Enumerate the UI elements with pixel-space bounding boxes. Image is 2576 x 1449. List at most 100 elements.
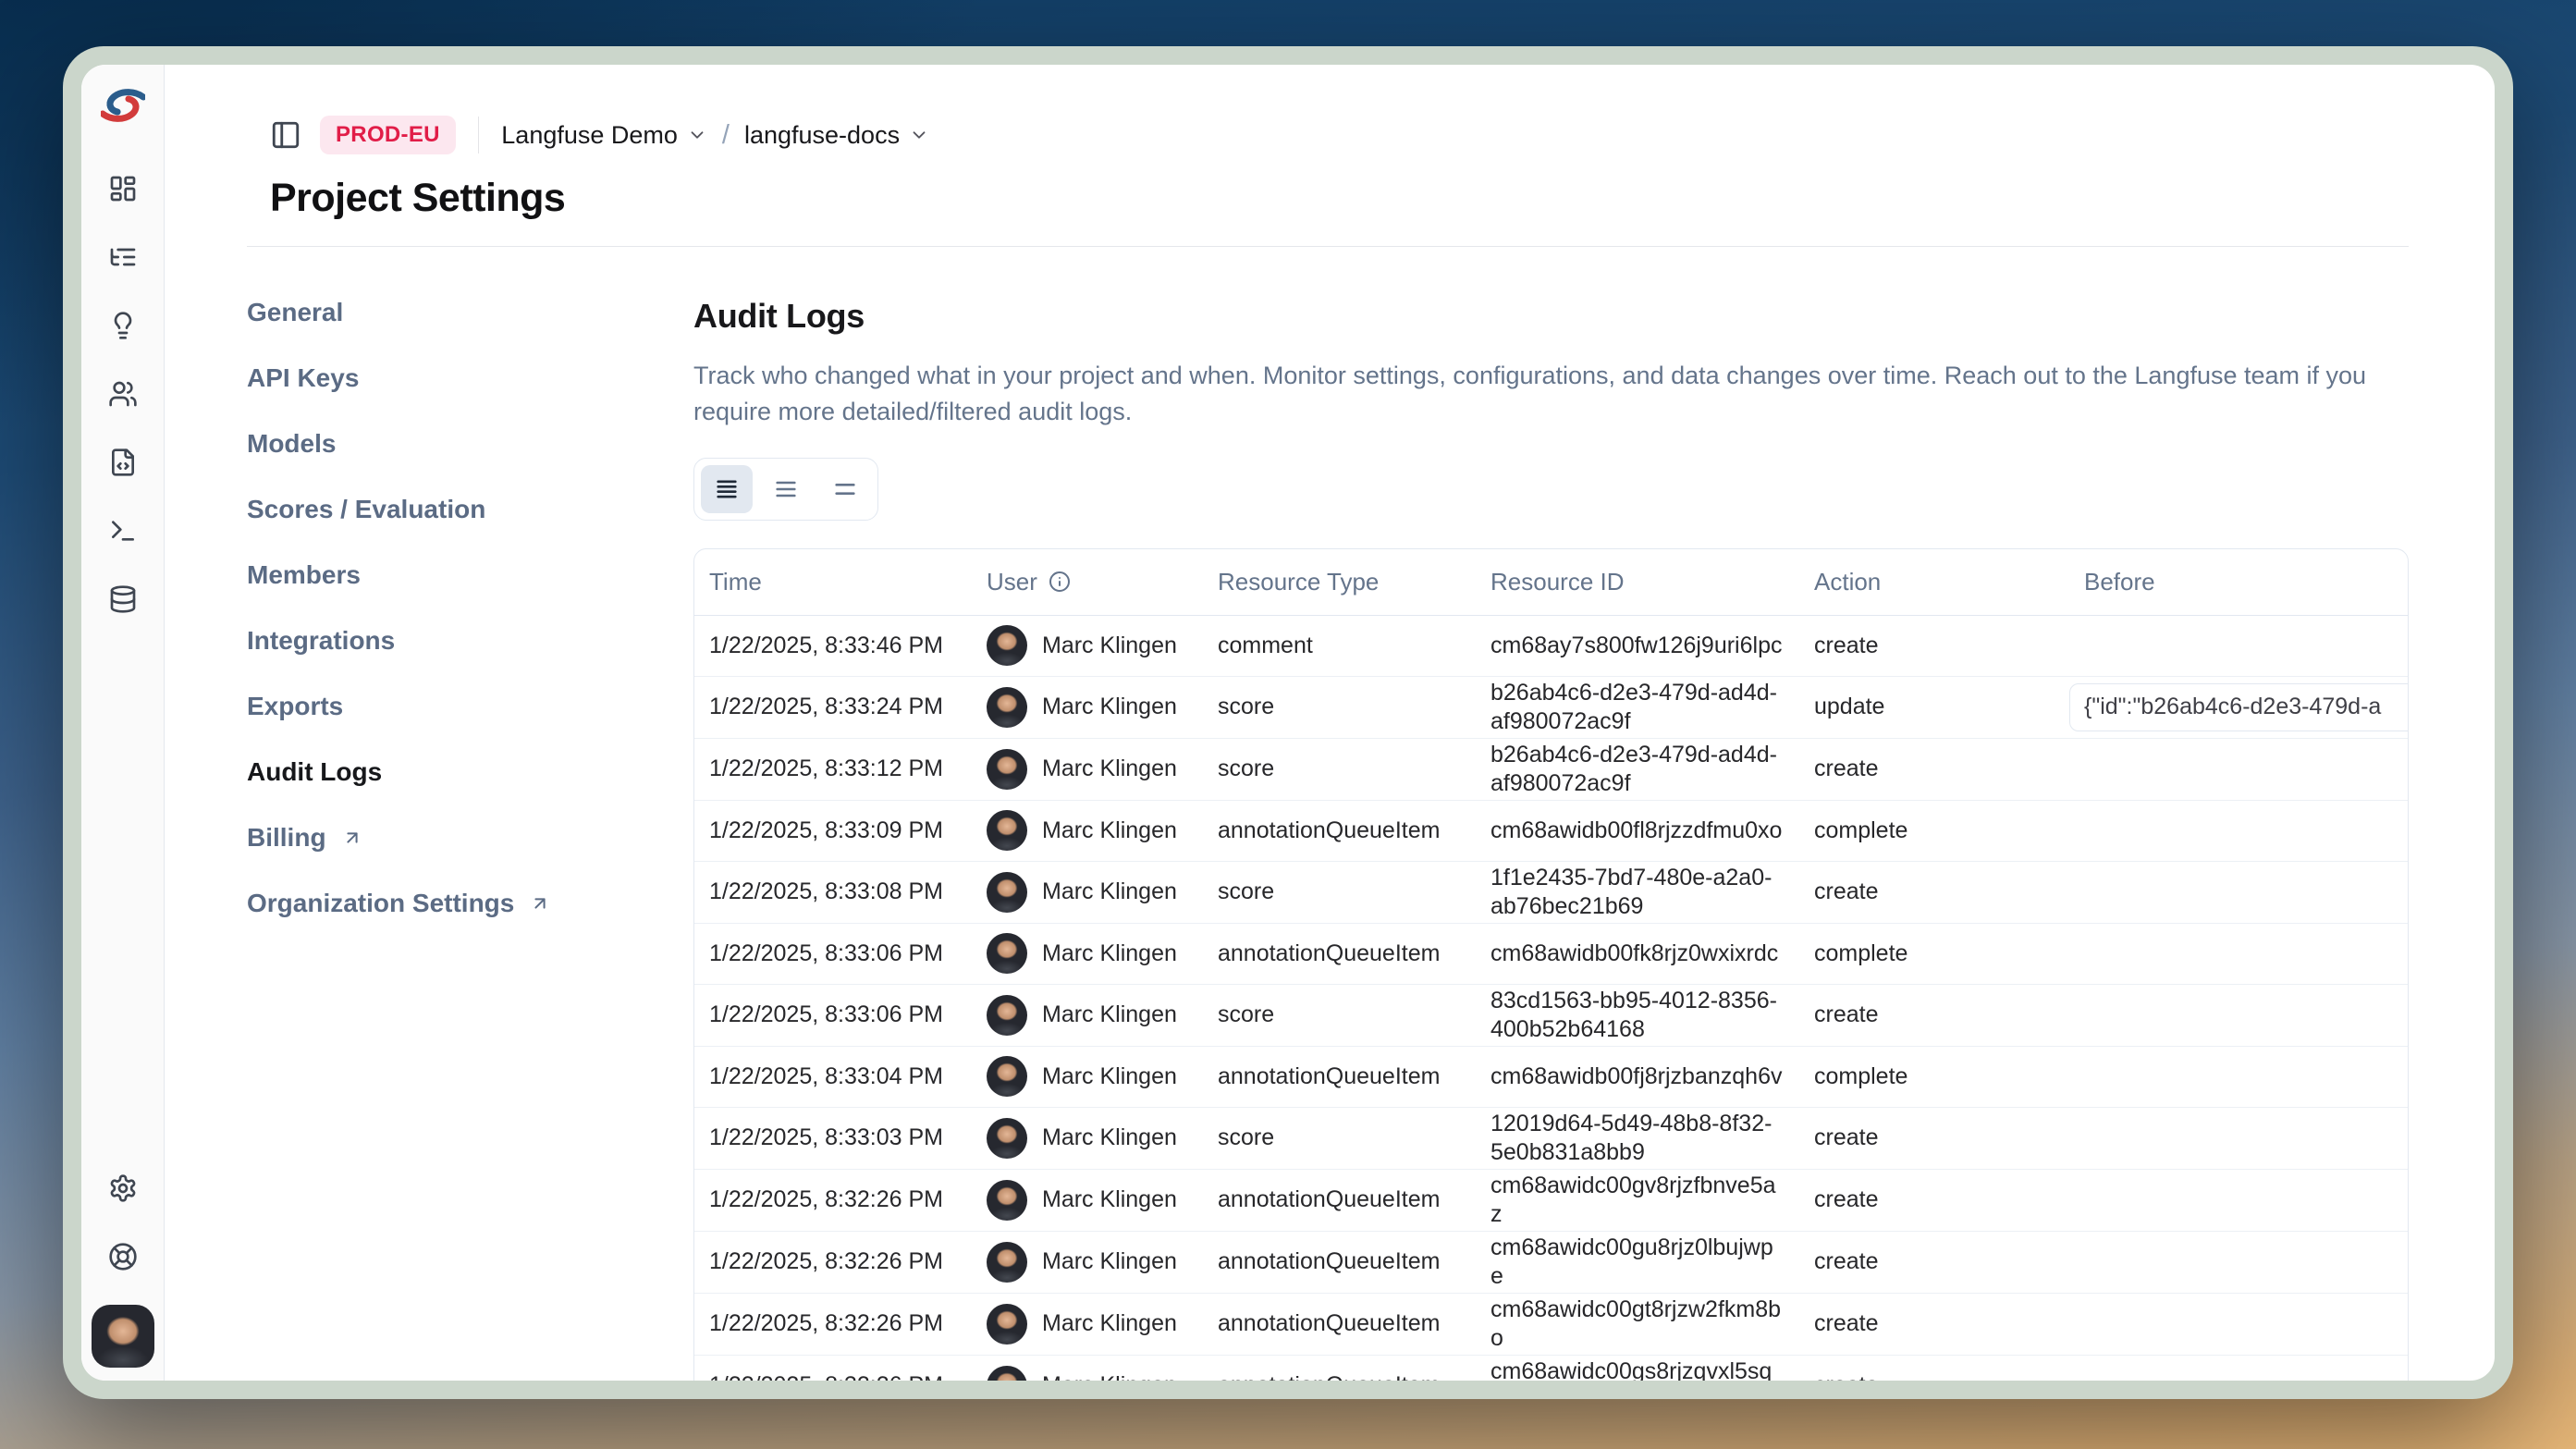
column-header-resource-type: Resource Type [1203,549,1476,615]
table-row: 1/22/2025, 8:33:12 PM Marc Klingen score… [694,738,2408,800]
cell-time: 1/22/2025, 8:32:26 PM [694,1293,972,1355]
window-content: PROD-EU Langfuse Demo / langfuse-docs Pr… [81,65,2495,1381]
settings-nav-scores-evaluation[interactable]: Scores / Evaluation [247,494,693,525]
langfuse-logo-icon[interactable] [101,89,145,122]
sidebar-toggle-icon[interactable] [270,119,301,151]
rows-medium-icon [773,476,799,502]
settings-nav-billing[interactable]: Billing [247,822,693,853]
table-row: 1/22/2025, 8:33:03 PM Marc Klingen score… [694,1107,2408,1169]
cell-resource-id: 12019d64-5d49-48b8-8f32-5e0b831a8bb9 [1476,1107,1799,1169]
settings-nav-integrations[interactable]: Integrations [247,625,693,657]
user-name: Marc Klingen [1042,1001,1177,1029]
cell-before [2069,1107,2408,1169]
main-content: PROD-EU Langfuse Demo / langfuse-docs Pr… [165,65,2495,1381]
user-avatar [987,1056,1027,1097]
cell-resource-id: cm68awidc00gt8rjzw2fkm8bo [1476,1293,1799,1355]
cell-resource-id: cm68awidb00fl8rjzzdfmu0xo [1476,800,1799,861]
settings-nav-exports[interactable]: Exports [247,691,693,722]
user-name: Marc Klingen [1042,1062,1177,1091]
user-name: Marc Klingen [1042,1185,1177,1214]
cell-resource-type: annotationQueueItem [1203,1169,1476,1231]
rail-nav [108,174,138,614]
settings-nav-members[interactable]: Members [247,559,693,591]
audit-logs-table: Time User Resource Type Resource ID Acti… [693,548,2409,1381]
cell-resource-type: annotationQueueItem [1203,1293,1476,1355]
before-json-preview[interactable]: {"id":"b26ab4c6-d2e3-479d-a [2069,683,2408,731]
user-avatar [987,872,1027,913]
cell-user: Marc Klingen [972,800,1203,861]
project-name: langfuse-docs [744,121,900,150]
cell-action: complete [1799,1046,2069,1107]
user-avatar [987,810,1027,851]
lightbulb-icon[interactable] [108,311,138,340]
cell-before [2069,1169,2408,1231]
cell-before: {"id":"b26ab4c6-d2e3-479d-a [2069,676,2408,738]
settings-nav-general[interactable]: General [247,297,693,328]
cell-action: create [1799,1107,2069,1169]
cell-action: update [1799,676,2069,738]
table-row: 1/22/2025, 8:33:04 PM Marc Klingen annot… [694,1046,2408,1107]
cell-resource-type: comment [1203,615,1476,676]
column-header-user: User [972,549,1203,615]
rows-tall-icon [832,476,858,502]
cell-action: create [1799,738,2069,800]
row-height-compact-button[interactable] [701,465,753,513]
column-header-before: Before [2069,549,2408,615]
cell-resource-id: 83cd1563-bb95-4012-8356-400b52b64168 [1476,984,1799,1046]
life-buoy-icon[interactable] [108,1242,138,1271]
user-avatar [987,933,1027,974]
settings-nav-organization-settings[interactable]: Organization Settings [247,888,693,919]
cell-user: Marc Klingen [972,615,1203,676]
table-row: 1/22/2025, 8:32:26 PM Marc Klingen annot… [694,1293,2408,1355]
table-row: 1/22/2025, 8:33:08 PM Marc Klingen score… [694,861,2408,923]
external-link-icon [530,893,550,914]
terminal-icon[interactable] [108,516,138,546]
cell-user: Marc Klingen [972,984,1203,1046]
icon-rail [81,65,165,1381]
cell-resource-type: score [1203,861,1476,923]
user-name: Marc Klingen [1042,755,1177,783]
user-avatar[interactable] [92,1305,154,1368]
cell-user: Marc Klingen [972,738,1203,800]
settings-nav-api-keys[interactable]: API Keys [247,362,693,394]
environment-badge: PROD-EU [320,116,456,154]
row-height-tall-button[interactable] [819,465,871,513]
cell-resource-type: score [1203,1107,1476,1169]
user-name: Marc Klingen [1042,1371,1177,1381]
chevron-down-icon [687,125,707,145]
audit-logs-section: Audit Logs Track who changed what in you… [693,297,2409,1381]
cell-before [2069,923,2408,984]
user-name: Marc Klingen [1042,632,1177,660]
database-icon[interactable] [108,584,138,614]
breadcrumb-organization[interactable]: Langfuse Demo [501,121,707,150]
row-height-medium-button[interactable] [760,465,812,513]
dashboard-icon[interactable] [108,174,138,203]
cell-resource-type: annotationQueueItem [1203,800,1476,861]
file-code-icon[interactable] [108,448,138,477]
cell-resource-id: 1f1e2435-7bd7-480e-a2a0-ab76bec21b69 [1476,861,1799,923]
settings-layout: General API Keys Models Scores / Evaluat… [247,247,2409,1381]
cell-before [2069,615,2408,676]
users-icon[interactable] [108,379,138,409]
table-row: 1/22/2025, 8:32:26 PM Marc Klingen annot… [694,1355,2408,1381]
cell-user: Marc Klingen [972,923,1203,984]
settings-nav: General API Keys Models Scores / Evaluat… [247,297,693,1381]
user-name: Marc Klingen [1042,817,1177,845]
cell-time: 1/22/2025, 8:33:24 PM [694,676,972,738]
cell-time: 1/22/2025, 8:33:46 PM [694,615,972,676]
settings-nav-models[interactable]: Models [247,428,693,460]
topbar: PROD-EU Langfuse Demo / langfuse-docs [270,113,2409,157]
cell-before [2069,861,2408,923]
settings-nav-audit-logs[interactable]: Audit Logs [247,756,693,788]
cell-resource-id: cm68awidb00fk8rjz0wxixrdc [1476,923,1799,984]
tracing-tree-icon[interactable] [108,242,138,272]
cell-user: Marc Klingen [972,676,1203,738]
cell-time: 1/22/2025, 8:32:26 PM [694,1355,972,1381]
cell-resource-id: cm68awidb00fj8rjzbanzqh6v [1476,1046,1799,1107]
cell-time: 1/22/2025, 8:33:03 PM [694,1107,972,1169]
breadcrumb-project[interactable]: langfuse-docs [744,121,929,150]
settings-gear-icon[interactable] [108,1173,138,1203]
table-row: 1/22/2025, 8:33:06 PM Marc Klingen score… [694,984,2408,1046]
cell-resource-type: annotationQueueItem [1203,1355,1476,1381]
cell-resource-type: annotationQueueItem [1203,1231,1476,1293]
